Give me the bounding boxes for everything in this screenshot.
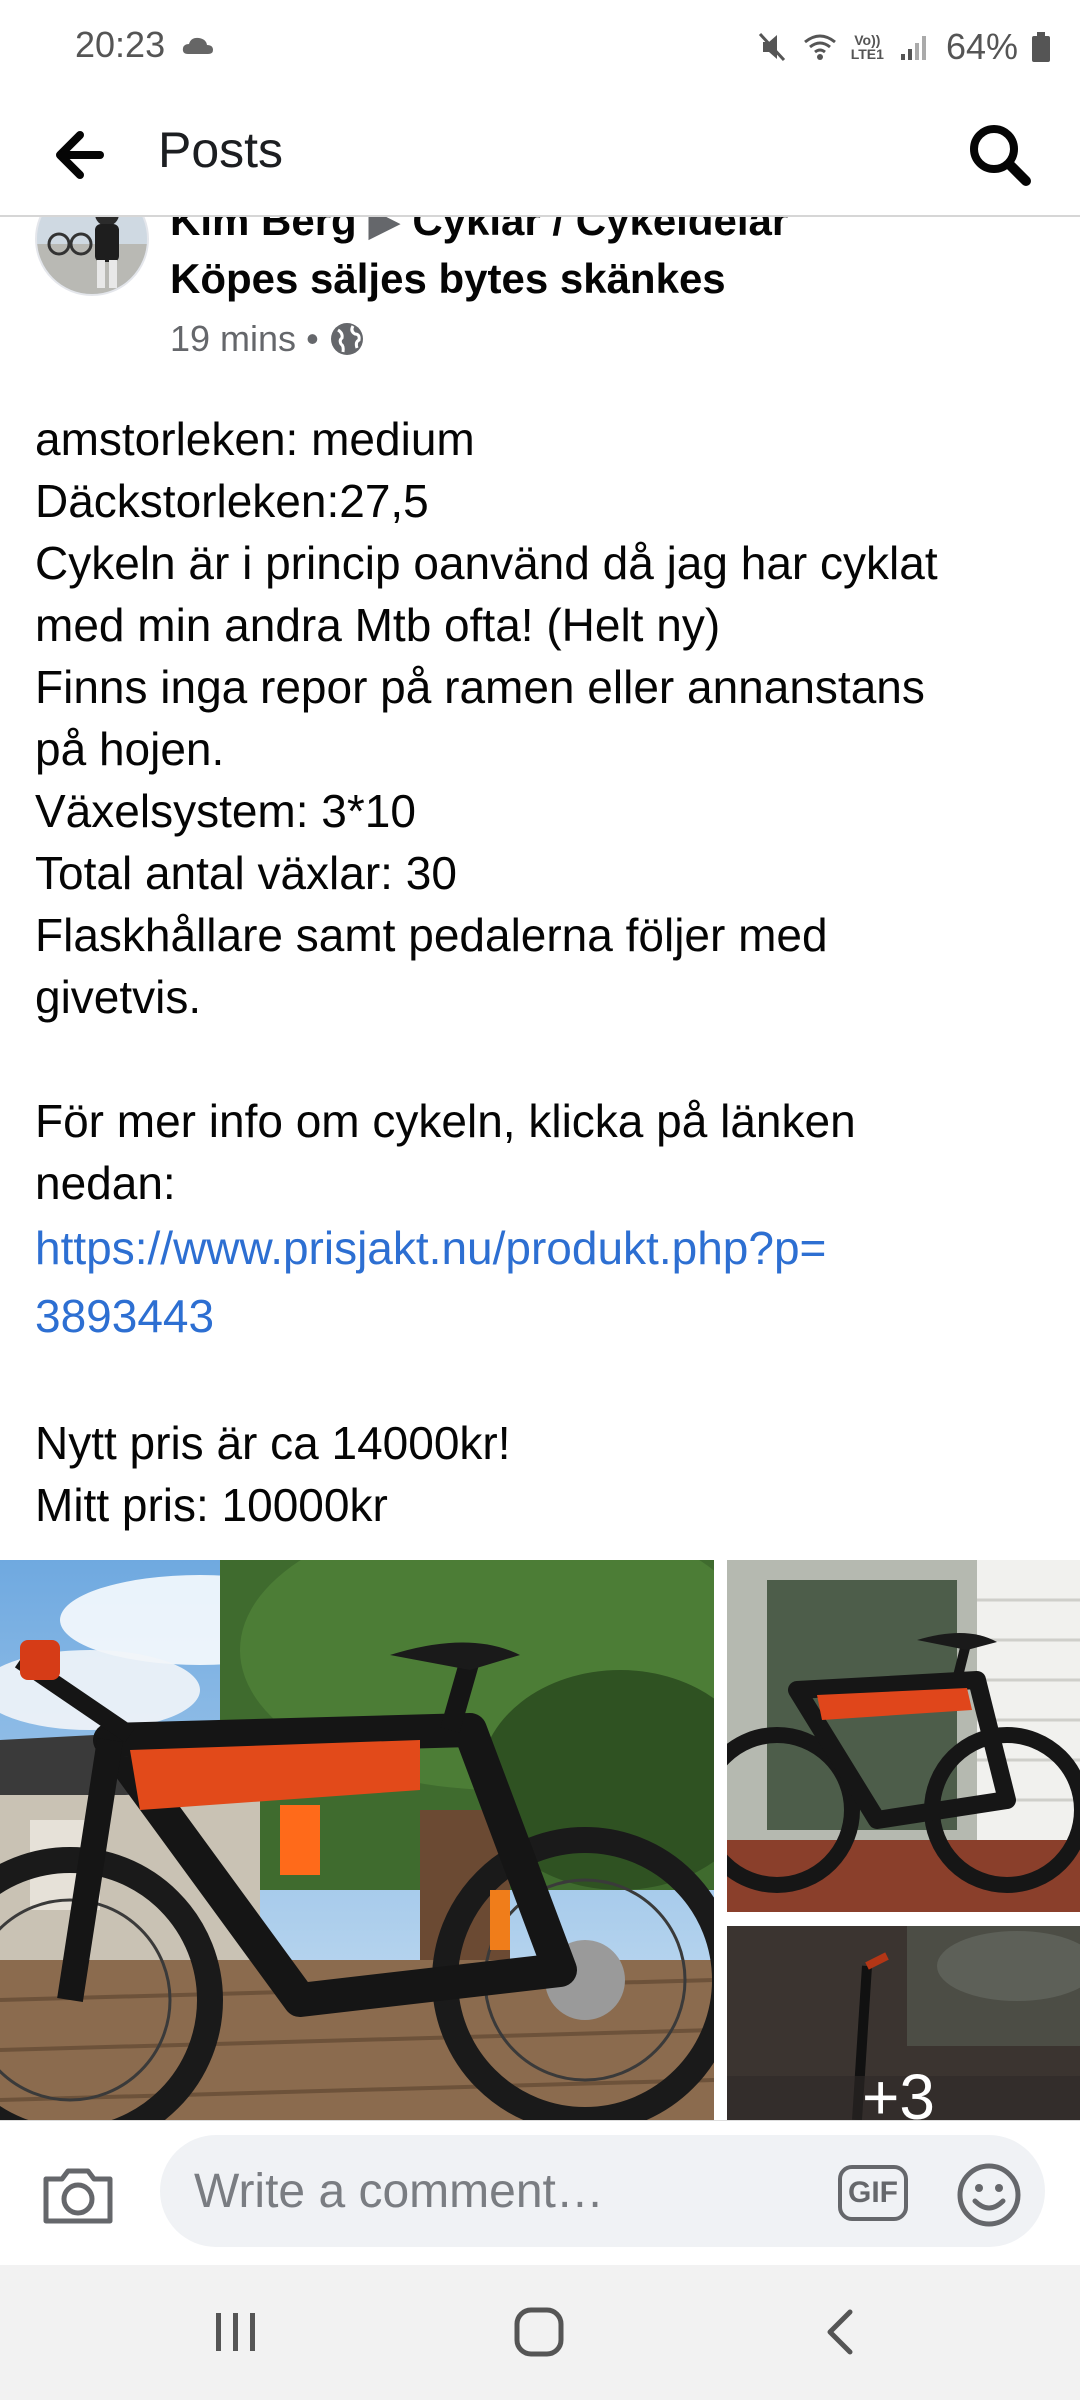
body-line: Finns inga repor på ramen eller annansta… (35, 661, 925, 713)
wifi-icon (803, 34, 836, 60)
status-bar: 20:23 Vo)) LTE1 64% (0, 0, 1080, 95)
info-line: För mer info om cykeln, klicka på länken (35, 1095, 856, 1147)
product-link[interactable]: https://www.prisjakt.nu/produkt.php?p= 3… (35, 1214, 1045, 1350)
signal-icon (900, 36, 926, 60)
volte-label-top: Vo)) (854, 32, 881, 48)
comment-bar: GIF (0, 2120, 1080, 2266)
body-line: på hojen. (35, 723, 225, 775)
emoji-icon[interactable] (955, 2161, 1023, 2229)
body-line: Däckstorleken:27,5 (35, 475, 429, 527)
body-line: givetvis. (35, 971, 202, 1023)
price-line: Nytt pris är ca 14000kr! (35, 1417, 511, 1469)
gif-label: GIF (848, 2176, 898, 2209)
body-line: Växelsystem: 3*10 (35, 785, 416, 837)
volte-label-bottom: LTE1 (850, 46, 884, 62)
link-line2: 3893443 (35, 1290, 215, 1342)
post-photo-2[interactable] (727, 1560, 1080, 1912)
comment-input[interactable] (160, 2135, 1045, 2247)
status-icons: Vo)) LTE1 64% (755, 22, 1050, 72)
post-meta: 19 mins • (170, 318, 365, 360)
app-header: Posts (0, 95, 1080, 217)
system-nav-bar (0, 2265, 1080, 2400)
post-time[interactable]: 19 mins (170, 318, 296, 360)
post-photo-main[interactable] (0, 1560, 714, 2120)
home-icon[interactable] (512, 2305, 566, 2359)
globe-icon (330, 323, 363, 355)
arrow-left-icon[interactable] (52, 129, 106, 181)
body-line: Total antal växlar: 30 (35, 847, 457, 899)
post-title-line2: Köpes säljes bytes skänkes (170, 250, 726, 308)
body-line: Flaskhållare samt pedalerna följer med (35, 909, 828, 961)
price-line: Mitt pris: 10000kr (35, 1479, 388, 1531)
search-icon[interactable] (960, 115, 1040, 195)
post-body: amstorleken: medium Däckstorleken:27,5 C… (35, 408, 1045, 1536)
battery-icon (1032, 32, 1050, 62)
group-name-cont[interactable]: Köpes säljes bytes skänkes (170, 255, 726, 302)
body-line: med min andra Mtb ofta! (Helt ny) (35, 599, 721, 651)
recent-apps-icon[interactable] (210, 2309, 262, 2355)
camera-icon[interactable] (40, 2163, 116, 2227)
battery-percent: 64% (945, 26, 1018, 67)
cloud-icon (182, 37, 213, 54)
body-line: Cykeln är i princip oanvänd då jag har c… (35, 537, 938, 589)
link-line1: https://www.prisjakt.nu/produkt.php?p= (35, 1222, 827, 1274)
meta-separator: • (306, 318, 319, 359)
gif-icon[interactable]: GIF (838, 2165, 908, 2221)
volte-icon: Vo)) LTE1 (851, 33, 884, 61)
info-line: nedan: (35, 1157, 176, 1209)
status-time: 20:23 (75, 24, 166, 65)
body-line: amstorleken: medium (35, 413, 475, 465)
page-title: Posts (158, 122, 284, 178)
mute-icon (758, 32, 785, 62)
back-nav-icon[interactable] (822, 2307, 858, 2357)
